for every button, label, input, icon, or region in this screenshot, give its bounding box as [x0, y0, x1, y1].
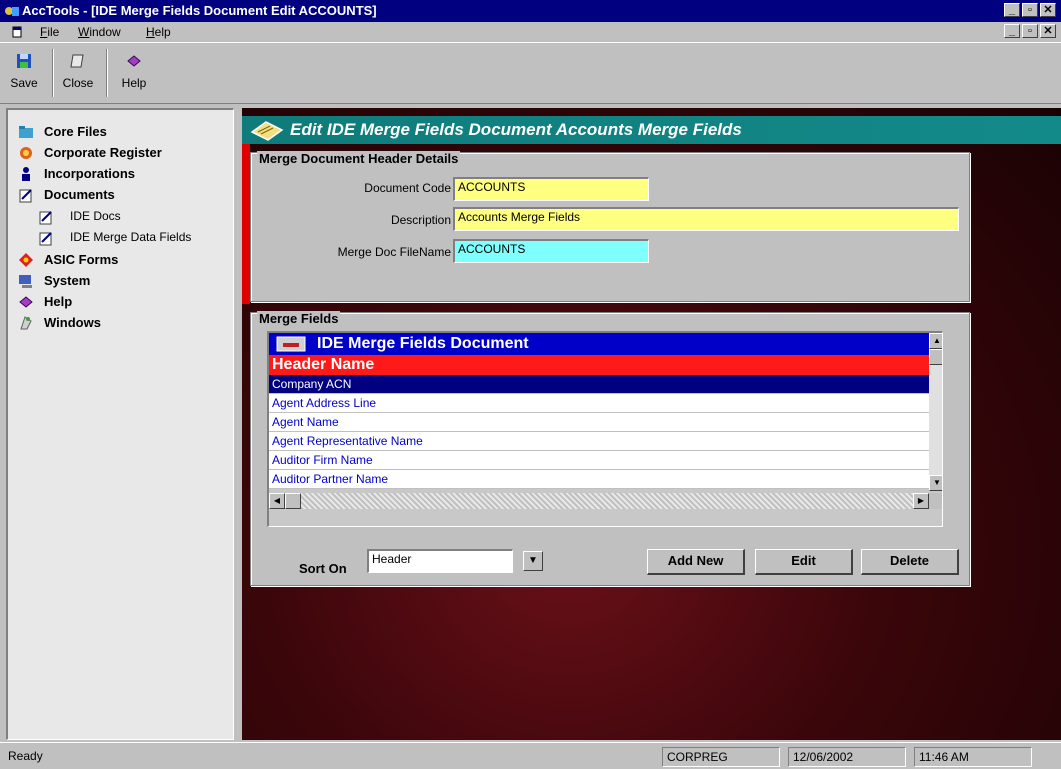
help-button[interactable]: Help [114, 47, 154, 103]
title-bar: AccTools - [IDE Merge Fields Document Ed… [0, 0, 1061, 22]
document-icon [39, 211, 52, 225]
header-details-group: Merge Document Header Details Document C… [250, 151, 970, 302]
table-row[interactable]: Auditor Partner Name [269, 470, 929, 489]
menu-window[interactable]: Window [78, 25, 121, 39]
tree-label: Core Files [44, 124, 107, 139]
form-heading: Edit IDE Merge Fields Document Accounts … [290, 120, 742, 139]
scroll-thumb[interactable] [929, 349, 942, 365]
sort-on-label: Sort On [299, 561, 347, 576]
document-icon [39, 232, 52, 246]
close-window-button[interactable]: ✕ [1040, 3, 1056, 17]
save-icon [17, 54, 31, 68]
grid-caption-icon [276, 336, 306, 352]
navigation-tree: Core Files Corporate Register Incorporat… [6, 108, 234, 740]
document-code-field[interactable]: ACCOUNTS [453, 177, 649, 201]
menu-help[interactable]: Help [146, 25, 171, 39]
tree-label: Incorporations [44, 166, 136, 181]
edit-document-icon [250, 121, 284, 141]
hscroll-thumb[interactable] [285, 493, 301, 509]
form-heading-band: Edit IDE Merge Fields Document Accounts … [242, 116, 1061, 144]
menu-bar: File Window Help _ ▫ ✕ [0, 22, 1061, 42]
tree-label: Corporate Register [44, 145, 162, 160]
table-row[interactable]: Agent Name [269, 413, 929, 432]
horizontal-scrollbar[interactable]: ◀ ▶ [269, 493, 942, 509]
table-row[interactable]: Auditor Firm Name [269, 451, 929, 470]
description-label: Description [390, 213, 451, 227]
grid-caption-text: IDE Merge Fields Document [317, 335, 529, 352]
grid-caption: IDE Merge Fields Document [269, 333, 929, 355]
delete-button[interactable]: Delete [861, 549, 959, 575]
filename-field[interactable]: ACCOUNTS [453, 239, 649, 263]
save-label: Save [10, 76, 38, 90]
merge-fields-grid[interactable]: IDE Merge Fields Document Header Name Co… [267, 331, 943, 527]
table-row[interactable]: Agent Address Line [269, 394, 929, 413]
scroll-up-button[interactable]: ▲ [929, 333, 942, 349]
tree-label: System [44, 273, 91, 288]
register-icon [20, 147, 32, 159]
status-message: Ready [8, 749, 43, 763]
merge-fields-group: Merge Fields IDE Merge Fields Document H… [250, 311, 970, 586]
child-close-button[interactable]: ✕ [1040, 24, 1056, 38]
child-minimize-button[interactable]: _ [1004, 24, 1020, 38]
close-icon [70, 54, 84, 68]
windows-icon [20, 316, 32, 330]
app-icon [5, 7, 19, 16]
sort-dropdown-button[interactable]: ▼ [523, 551, 543, 571]
description-field[interactable]: Accounts Merge Fields [453, 207, 959, 231]
minimize-button[interactable]: _ [1004, 3, 1020, 17]
save-button[interactable]: Save [4, 47, 44, 103]
document-icon [19, 189, 32, 203]
help-label: Help [121, 76, 147, 90]
header-details-title: Merge Document Header Details [257, 151, 461, 166]
tree-label: ASIC Forms [44, 252, 119, 267]
add-new-button[interactable]: Add New [647, 549, 745, 575]
table-row[interactable]: Agent Representative Name [269, 432, 929, 451]
window-title: AccTools - [IDE Merge Fields Document Ed… [22, 3, 377, 18]
document-code-label: Document Code [364, 181, 451, 195]
close-label: Close [62, 76, 94, 90]
hscroll-track[interactable] [301, 493, 913, 509]
vertical-scrollbar[interactable]: ▲ ▼ [929, 333, 942, 491]
system-icon [19, 275, 32, 288]
tree-label: IDE Docs [70, 209, 121, 223]
status-bar: Ready CORPREG 12/06/2002 11:46 AM [0, 742, 1061, 769]
folder-icon [19, 126, 33, 138]
accent-strip [242, 144, 250, 304]
close-button[interactable]: Close [58, 47, 98, 103]
status-date: 12/06/2002 [788, 747, 906, 767]
tree-label: Help [44, 294, 73, 309]
child-restore-button[interactable]: ▫ [1022, 24, 1038, 38]
table-row[interactable]: Company ACN [269, 375, 929, 394]
sort-on-select[interactable]: Header [367, 549, 513, 573]
scroll-right-button[interactable]: ▶ [913, 493, 929, 509]
status-time: 11:46 AM [914, 747, 1032, 767]
asic-icon [19, 253, 33, 267]
person-icon [22, 167, 30, 181]
merge-fields-title: Merge Fields [257, 311, 341, 326]
edit-button[interactable]: Edit [755, 549, 853, 575]
mdi-child-icon[interactable] [12, 26, 28, 38]
column-header-label: Header Name [272, 356, 375, 373]
maximize-button[interactable]: ▫ [1022, 3, 1038, 17]
help-icon [19, 296, 33, 308]
tree-label: Documents [44, 187, 115, 202]
column-header-header-name[interactable]: Header Name [269, 355, 929, 375]
toolbar: Save Close Help [0, 42, 1061, 104]
help-icon [127, 55, 141, 67]
tree-label: IDE Merge Data Fields [70, 230, 192, 244]
menu-file[interactable]: File [40, 25, 59, 39]
scroll-down-button[interactable]: ▼ [929, 475, 942, 491]
tree-label: Windows [44, 315, 101, 330]
status-database: CORPREG [662, 747, 780, 767]
filename-label: Merge Doc FileName [337, 245, 451, 259]
scroll-left-button[interactable]: ◀ [269, 493, 285, 509]
